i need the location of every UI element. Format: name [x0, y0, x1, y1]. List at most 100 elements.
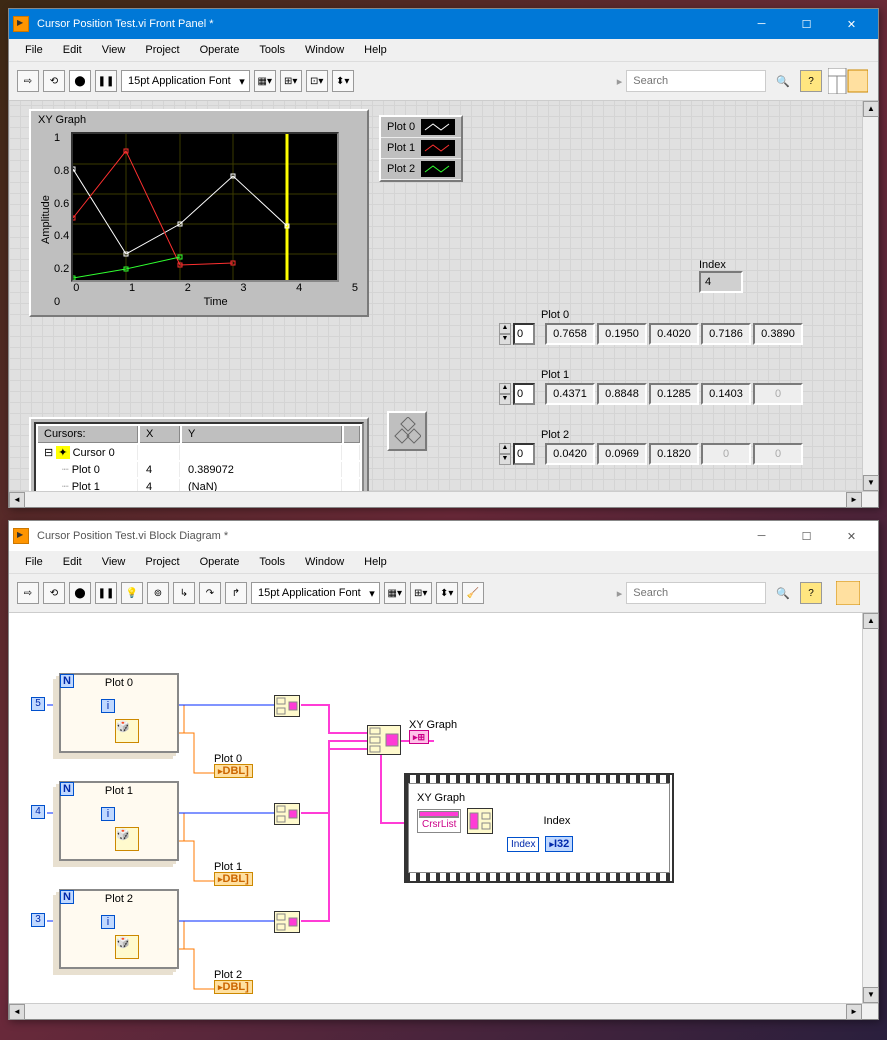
search-input[interactable]	[626, 582, 766, 604]
vi-icon[interactable]	[826, 578, 870, 608]
build-array-node[interactable]	[367, 725, 401, 755]
front-panel-canvas[interactable]: XY Graph Amplitude 1 0.8 0.6 0.4 0.2 0	[9, 101, 878, 491]
plot-area[interactable]	[71, 132, 339, 282]
for-loop[interactable]: N Plot 0 i 🎲	[59, 673, 179, 753]
reorder-button[interactable]: ⬍▾	[436, 582, 458, 604]
help-button[interactable]: ?	[800, 582, 822, 604]
menu-file[interactable]: File	[17, 41, 51, 59]
font-selector[interactable]: 15pt Application Font	[251, 582, 380, 604]
menu-operate[interactable]: Operate	[192, 553, 248, 571]
fp-titlebar[interactable]: Cursor Position Test.vi Front Panel * ─ …	[9, 9, 878, 39]
plot-legend[interactable]: Plot 0 Plot 1 Plot 2	[379, 115, 463, 182]
menu-tools[interactable]: Tools	[251, 553, 293, 571]
scroll-right-icon[interactable]: ►	[846, 492, 862, 508]
array-cell[interactable]: 0.4020	[649, 323, 699, 345]
menu-view[interactable]: View	[94, 41, 134, 59]
vi-icon-pane[interactable]	[826, 66, 870, 96]
sequence-structure[interactable]: XY Graph CrsrList Index Index ▸I32	[404, 773, 674, 883]
minimize-button[interactable]: ─	[739, 521, 784, 551]
pause-button[interactable]: ❚❚	[95, 70, 117, 92]
scroll-down-icon[interactable]: ▼	[863, 475, 879, 491]
menu-project[interactable]: Project	[137, 41, 187, 59]
resize-button[interactable]: ⊡▾	[306, 70, 328, 92]
scroll-right-icon[interactable]: ►	[846, 1004, 862, 1020]
menu-tools[interactable]: Tools	[251, 41, 293, 59]
unbundle-element[interactable]: Index	[507, 837, 539, 852]
xy-graph-terminal[interactable]: XY Graph ▸⊞	[409, 719, 457, 743]
run-button[interactable]: ⇨	[17, 582, 39, 604]
menu-project[interactable]: Project	[137, 553, 187, 571]
unbundle-node[interactable]	[467, 808, 493, 834]
step-into-button[interactable]: ↳	[173, 582, 195, 604]
for-loop[interactable]: N Plot 2 i 🎲	[59, 889, 179, 969]
cursor-subrow[interactable]: ┈ Plot 040.389072	[38, 462, 360, 477]
vertical-scrollbar[interactable]: ▲ ▼	[862, 101, 878, 491]
menu-help[interactable]: Help	[356, 41, 395, 59]
array-cell[interactable]: 0.3890	[753, 323, 803, 345]
legend-item[interactable]: Plot 1	[381, 138, 461, 159]
menu-view[interactable]: View	[94, 553, 134, 571]
array-cell[interactable]: 0.4371	[545, 383, 595, 405]
maximize-button[interactable]: ☐	[784, 9, 829, 39]
maximize-button[interactable]: ☐	[784, 521, 829, 551]
dice-icon[interactable]: 🎲	[115, 827, 139, 851]
horizontal-scrollbar[interactable]: ◄ ►	[9, 491, 878, 507]
array-cell[interactable]: 0.1403	[701, 383, 751, 405]
block-diagram-canvas[interactable]: 5 N Plot 0 i 🎲 Plot 0 ▸DBL] 4 N Plot 1 i…	[9, 613, 878, 1003]
menu-help[interactable]: Help	[356, 553, 395, 571]
cleanup-button[interactable]: 🧹	[462, 582, 484, 604]
bundle-node[interactable]	[274, 911, 300, 933]
menu-window[interactable]: Window	[297, 41, 352, 59]
step-out-button[interactable]: ↱	[225, 582, 247, 604]
array-cell[interactable]: 0.1820	[649, 443, 699, 465]
array-cell[interactable]: 0.1950	[597, 323, 647, 345]
xy-graph[interactable]: XY Graph Amplitude 1 0.8 0.6 0.4 0.2 0	[29, 109, 369, 317]
abort-button[interactable]: ⬤	[69, 582, 91, 604]
index-spinner[interactable]: ▲▼	[499, 323, 511, 345]
run-continuous-button[interactable]: ⟲	[43, 70, 65, 92]
menu-edit[interactable]: Edit	[55, 41, 90, 59]
array-cell[interactable]: 0.8848	[597, 383, 647, 405]
n-constant[interactable]: 3	[31, 913, 45, 927]
for-loop[interactable]: N Plot 1 i 🎲	[59, 781, 179, 861]
plot0-indicator[interactable]: Plot 0 ▸DBL]	[214, 753, 253, 777]
horizontal-scrollbar[interactable]: ◄ ►	[9, 1003, 878, 1019]
menu-window[interactable]: Window	[297, 553, 352, 571]
array-cell[interactable]: 0	[753, 443, 803, 465]
step-over-button[interactable]: ↷	[199, 582, 221, 604]
align-button[interactable]: ▦▾	[254, 70, 276, 92]
plot1-array[interactable]: Plot 1 ▲▼ 0 0.4371 0.8848 0.1285 0.1403 …	[499, 369, 803, 407]
graph-palette[interactable]	[387, 411, 427, 451]
scroll-left-icon[interactable]: ◄	[9, 492, 25, 508]
array-cell[interactable]: 0	[701, 443, 751, 465]
n-constant[interactable]: 5	[31, 697, 45, 711]
cursor-subrow[interactable]: ┈ Plot 14(NaN)	[38, 479, 360, 491]
plot1-indicator[interactable]: Plot 1 ▸DBL]	[214, 861, 253, 885]
cursor-legend[interactable]: Cursors:XY ⊟ ✦ Cursor 0 ┈ Plot 040.38907…	[29, 417, 369, 491]
n-constant[interactable]: 4	[31, 805, 45, 819]
minimize-button[interactable]: ─	[739, 9, 784, 39]
array-index[interactable]: 0	[513, 323, 535, 345]
close-button[interactable]: ✕	[829, 9, 874, 39]
close-button[interactable]: ✕	[829, 521, 874, 551]
pause-button[interactable]: ❚❚	[95, 582, 117, 604]
plot2-array[interactable]: Plot 2 ▲▼ 0 0.0420 0.0969 0.1820 0 0	[499, 429, 803, 467]
array-cell[interactable]: 0	[753, 383, 803, 405]
scroll-up-icon[interactable]: ▲	[863, 101, 879, 117]
plot0-array[interactable]: Plot 0 ▲▼ 0 0.7658 0.1950 0.4020 0.7186 …	[499, 309, 803, 347]
align-button[interactable]: ▦▾	[384, 582, 406, 604]
vertical-scrollbar[interactable]: ▲ ▼	[862, 613, 878, 1003]
menu-edit[interactable]: Edit	[55, 553, 90, 571]
run-continuous-button[interactable]: ⟲	[43, 582, 65, 604]
index-spinner[interactable]: ▲▼	[499, 383, 511, 405]
array-cell[interactable]: 0.1285	[649, 383, 699, 405]
array-cell[interactable]: 0.7186	[701, 323, 751, 345]
menu-file[interactable]: File	[17, 553, 51, 571]
dice-icon[interactable]: 🎲	[115, 719, 139, 743]
bundle-node[interactable]	[274, 803, 300, 825]
scroll-down-icon[interactable]: ▼	[863, 987, 879, 1003]
help-button[interactable]: ?	[800, 70, 822, 92]
abort-button[interactable]: ⬤	[69, 70, 91, 92]
font-selector[interactable]: 15pt Application Font	[121, 70, 250, 92]
bundle-node[interactable]	[274, 695, 300, 717]
